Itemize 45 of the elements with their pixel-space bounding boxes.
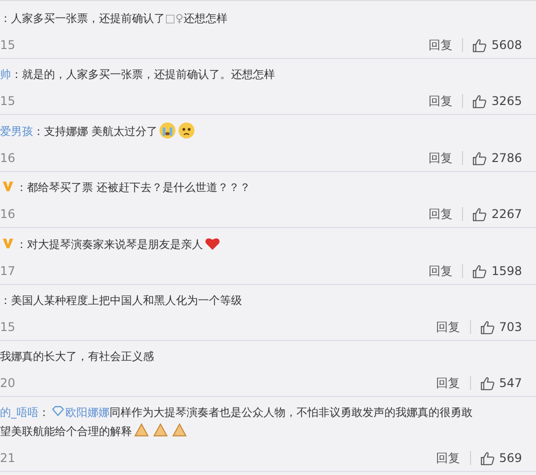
comment-time: 15: [0, 93, 16, 109]
thumbs-up-icon: [472, 150, 488, 166]
reply-link[interactable]: 回复: [436, 375, 460, 391]
thumbs-up-icon: [472, 206, 488, 222]
comment-text: ：人家多买一张票，还提前确认了□♀还想怎样: [0, 11, 228, 27]
comment-time: 21: [0, 450, 16, 466]
reply-link[interactable]: 回复: [436, 319, 460, 335]
comment-text: 我娜真的长大了，有社会正义感: [0, 349, 155, 365]
like-button[interactable]: 3265: [472, 93, 522, 109]
comment-time: 16: [0, 150, 16, 166]
thumbs-up-icon: [480, 320, 496, 334]
reply-link[interactable]: 回复: [436, 450, 460, 466]
thumbs-up-icon: [472, 38, 488, 52]
diamond-icon: [50, 404, 64, 418]
thumbs-up-icon: [480, 450, 496, 466]
reply-link[interactable]: 回复: [428, 206, 452, 222]
comment-time: 16: [0, 206, 16, 222]
comment-time: 17: [0, 263, 16, 279]
comment-time: 20: [0, 375, 16, 391]
comment-time: 15: [0, 37, 16, 53]
like-button[interactable]: 1598: [472, 263, 522, 279]
like-button[interactable]: 547: [480, 375, 522, 391]
comment-text: 的_唔唔： 欧阳娜娜同样作为大提琴演奏者也是公众人物，不怕非议勇敢发声的我娜真的很勇敢 望美联航能给个合理的解释: [0, 404, 474, 441]
thumbs-up-icon: [480, 376, 496, 390]
like-button[interactable]: 703: [480, 319, 522, 335]
thumbs-up-icon: [472, 264, 488, 278]
comment-time: 15: [0, 319, 16, 335]
reply-link[interactable]: 回复: [428, 37, 452, 53]
reply-link[interactable]: 回复: [428, 93, 452, 109]
like-button[interactable]: 569: [480, 450, 522, 466]
sad-face-icon: [178, 122, 194, 139]
crying-face-icon: [158, 122, 176, 139]
vip-badge-icon: [1, 179, 15, 193]
comment-text: 帅：就是的，人家多买一张票，还提前确认了。还想怎样: [0, 67, 276, 83]
thumbs-up-icon: [472, 94, 488, 108]
comment-text: ：美国人某种程度上把中国人和黑人化为一个等级: [0, 293, 243, 309]
like-button[interactable]: 2786: [472, 150, 522, 166]
reply-link[interactable]: 回复: [428, 150, 452, 166]
comment-text: 爱男孩：支持娜娜 美航太过分了: [0, 122, 522, 141]
comment-text: ：都给琴买了票 还被赶下去？是什么世道？？？: [0, 179, 522, 197]
comment-text: ：对大提琴演奏家来说琴是朋友是亲人: [0, 235, 522, 254]
like-button[interactable]: 2267: [472, 206, 522, 222]
reply-link[interactable]: 回复: [428, 263, 452, 279]
vip-badge-icon: [1, 236, 15, 250]
like-button[interactable]: 5608: [472, 37, 522, 53]
